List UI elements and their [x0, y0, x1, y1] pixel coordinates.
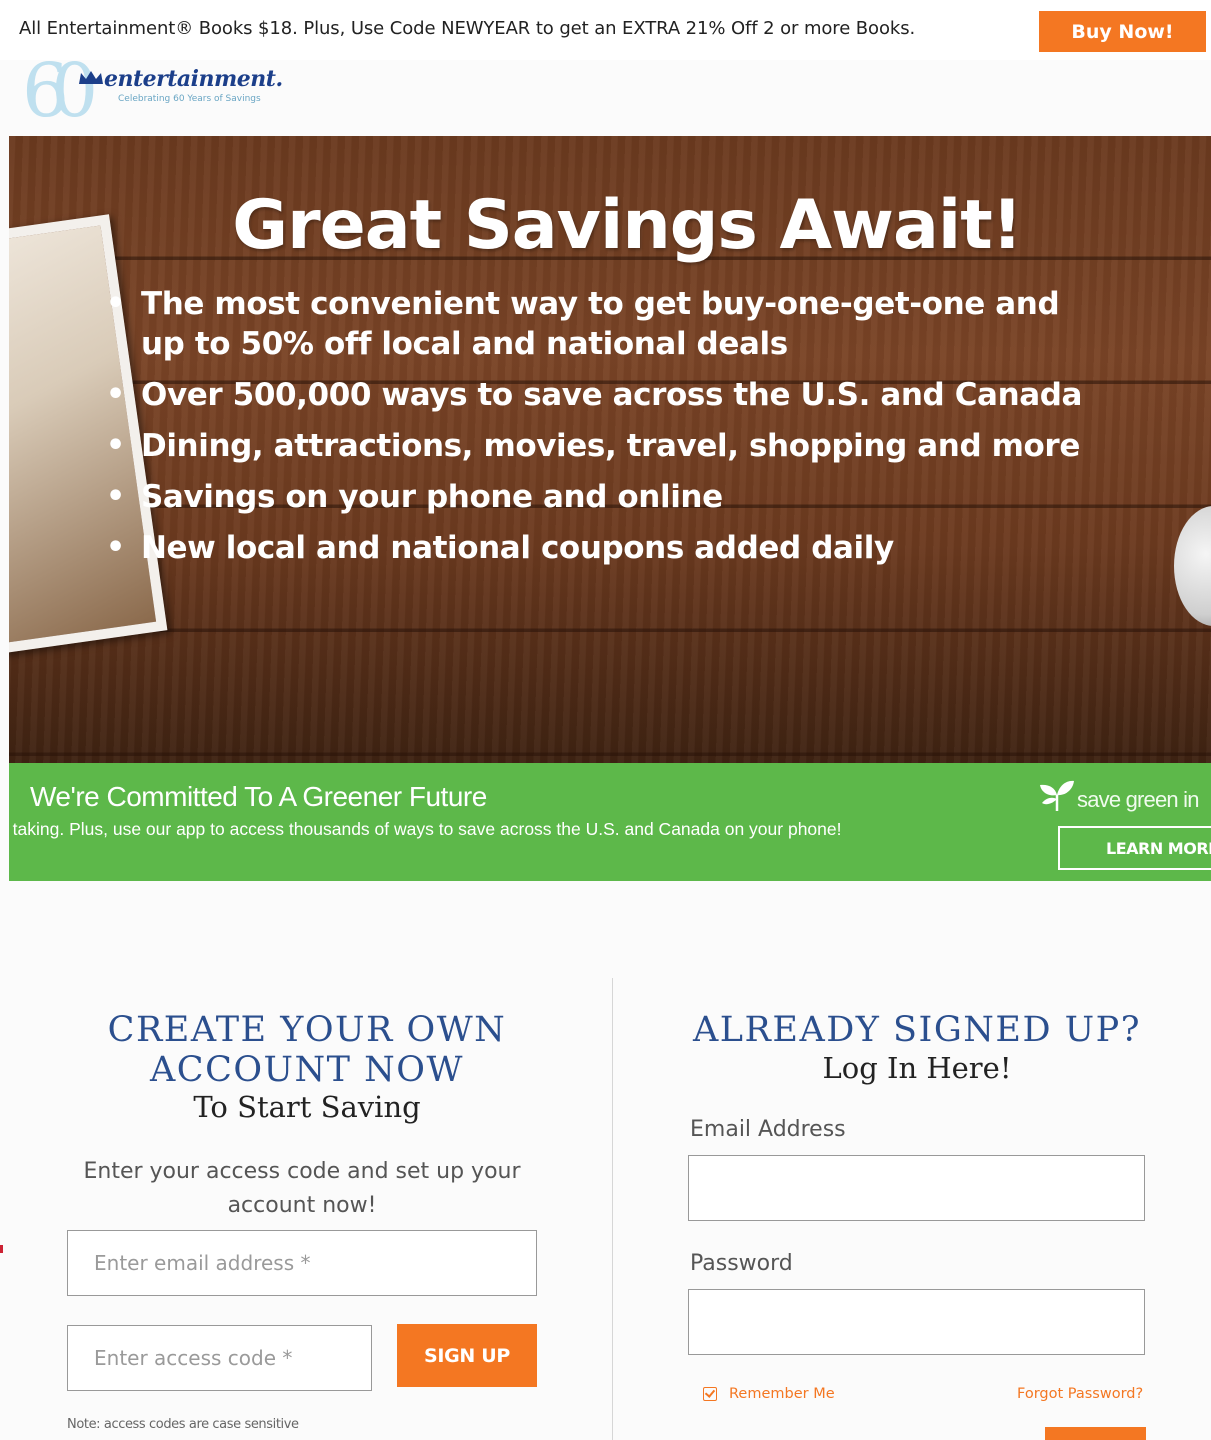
learn-more-button[interactable]: LEARN MORE: [1058, 826, 1211, 870]
password-label: Password: [690, 1251, 793, 1276]
checkbox-checked-icon[interactable]: [703, 1387, 717, 1401]
green-text: we're taking. Plus, use our app to acces…: [9, 819, 842, 839]
hero-banner: Great Savings Await! The most convenient…: [9, 136, 1211, 763]
login-button[interactable]: [1045, 1427, 1146, 1440]
leaf-icon: [1040, 780, 1074, 811]
logo-number: 60: [22, 48, 98, 134]
email-label: Email Address: [690, 1117, 846, 1142]
logo-wordmark: entertainment.: [104, 66, 283, 92]
edge-marker: [0, 1245, 3, 1253]
sign-up-button[interactable]: SIGN UP: [397, 1324, 537, 1387]
login-email-input[interactable]: [688, 1155, 1145, 1221]
save-green-label: save green in: [1077, 787, 1199, 812]
save-green-logo: save green in: [1037, 773, 1211, 823]
green-title: We're Committed To A Greener Future: [30, 781, 487, 812]
hero-bullet: Over 500,000 ways to save across the U.S…: [106, 375, 1106, 415]
hero-title: Great Savings Await!: [232, 186, 1022, 265]
green-future-banner: We're Committed To A Greener Future we'r…: [9, 763, 1211, 881]
remember-me-label[interactable]: Remember Me: [729, 1386, 835, 1402]
remember-me-checkbox[interactable]: Remember Me: [703, 1386, 835, 1402]
login-password-input[interactable]: [688, 1289, 1145, 1355]
entertainment-logo[interactable]: 60 entertainment. Celebrating 60 Years o…: [22, 54, 283, 128]
logo-tagline: Celebrating 60 Years of Savings: [118, 94, 261, 104]
promo-text: All Entertainment® Books $18. Plus, Use …: [19, 18, 916, 39]
buy-now-button[interactable]: Buy Now!: [1039, 11, 1206, 52]
signup-instructions: Enter your access code and set up your a…: [83, 1159, 521, 1218]
hero-bullet: The most convenient way to get buy-one-g…: [106, 284, 1106, 364]
login-title: ALREADY SIGNED UP?: [693, 1010, 1141, 1050]
hero-bullet: Dining, attractions, movies, travel, sho…: [106, 426, 1106, 466]
signup-email-input[interactable]: [67, 1230, 537, 1296]
hero-cup-image: [1174, 506, 1211, 626]
hero-bullet-list: The most convenient way to get buy-one-g…: [106, 284, 1106, 579]
column-divider: [612, 978, 613, 1440]
signup-subtitle: To Start Saving: [193, 1090, 421, 1124]
hero-bullet: Savings on your phone and online: [106, 477, 1106, 517]
forgot-password-link[interactable]: Forgot Password?: [1017, 1386, 1143, 1402]
login-subtitle: Log In Here!: [822, 1051, 1012, 1085]
hero-bullet: New local and national coupons added dai…: [106, 528, 1106, 568]
access-code-note: Note: access codes are case sensitive: [67, 1417, 299, 1432]
promo-bar: All Entertainment® Books $18. Plus, Use …: [0, 0, 1211, 60]
crown-icon: [79, 71, 103, 84]
signup-title: CREATE YOUR OWN ACCOUNT NOW: [107, 1010, 507, 1090]
access-code-input[interactable]: [67, 1325, 372, 1391]
